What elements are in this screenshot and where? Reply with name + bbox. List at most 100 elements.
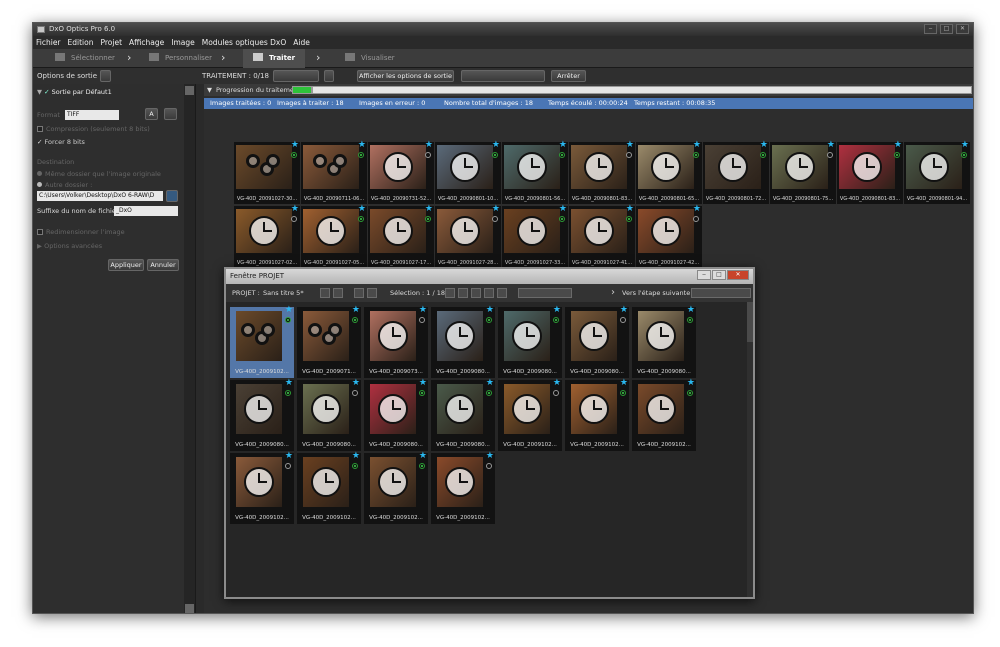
save-icon[interactable] <box>333 288 343 298</box>
thumbnail[interactable]: ★ VG-40D_20090801-56... <box>502 140 568 204</box>
compression-option[interactable]: Compression (seulement 8 bits) <box>37 125 150 133</box>
star-icon[interactable]: ★ <box>559 204 567 214</box>
thumbnail[interactable]: ★ VG-40D_2009080... <box>431 305 495 378</box>
thumbnail[interactable]: ★ VG-40D_2009080... <box>297 378 361 451</box>
star-icon[interactable]: ★ <box>419 378 427 388</box>
thumbnail[interactable]: ★ VG-40D_20091027-28... <box>435 204 501 268</box>
resize-option[interactable]: Redimensionner l'image <box>37 228 125 236</box>
suffix-input[interactable]: _DxO <box>114 206 178 216</box>
project-scrollbar[interactable] <box>747 302 753 597</box>
star-icon[interactable]: ★ <box>352 451 360 461</box>
apply-button[interactable]: Appliquer <box>108 259 144 271</box>
folder-icon[interactable] <box>320 288 330 298</box>
star-icon[interactable]: ★ <box>553 378 561 388</box>
star-icon[interactable]: ★ <box>620 305 628 315</box>
rename-button[interactable]: A <box>145 108 158 120</box>
format-select[interactable]: TIFF <box>65 110 119 120</box>
close-button[interactable]: ✕ <box>956 24 969 34</box>
thumbnail[interactable]: ★ VG-40D_2009071... <box>297 305 361 378</box>
star-icon[interactable]: ★ <box>961 140 969 150</box>
next-step-button[interactable]: Vers l'étape suivante <box>622 284 690 302</box>
filter-icon[interactable] <box>367 288 377 298</box>
star-icon[interactable]: ★ <box>486 305 494 315</box>
scroll-up-icon[interactable] <box>185 86 194 95</box>
star-icon[interactable]: ★ <box>760 140 768 150</box>
menu-projet[interactable]: Projet <box>100 36 122 49</box>
advanced-options[interactable]: ▶ Options avancées <box>37 242 102 250</box>
star-icon[interactable]: ★ <box>285 378 293 388</box>
output-options-icon[interactable] <box>100 70 111 82</box>
thumbnail[interactable]: ★ VG-40D_20090731-52... <box>368 140 434 204</box>
thumbnail[interactable]: ★ VG-40D_20090801-10... <box>435 140 501 204</box>
cancel-button[interactable]: Annuler <box>147 259 179 271</box>
thumbnail-size-slider[interactable] <box>518 288 572 298</box>
menu-fichier[interactable]: Fichier <box>36 36 61 49</box>
star-icon[interactable]: ★ <box>285 305 293 315</box>
scroll-down-icon[interactable] <box>185 604 194 613</box>
minimize-button[interactable]: ‒ <box>697 270 711 280</box>
menu-affichage[interactable]: Affichage <box>129 36 164 49</box>
thumbnail[interactable]: ★ VG-40D_20091027-05... <box>301 204 367 268</box>
menu-aide[interactable]: Aide <box>293 36 310 49</box>
star-icon[interactable]: ★ <box>553 305 561 315</box>
copy-icon[interactable] <box>484 288 494 298</box>
thumbnail[interactable]: ★ VG-40D_2009102... <box>498 378 562 451</box>
star-icon[interactable]: ★ <box>486 378 494 388</box>
lock-icon[interactable] <box>324 70 334 82</box>
thumbnail[interactable]: ★ VG-40D_2009073... <box>364 305 428 378</box>
star-icon[interactable]: ★ <box>425 140 433 150</box>
thumbnail[interactable]: ★ VG-40D_2009102... <box>565 378 629 451</box>
left-panel-scrollbar[interactable] <box>184 84 195 613</box>
step-visualiser[interactable]: Visualiser <box>345 49 395 68</box>
star-icon[interactable]: ★ <box>285 451 293 461</box>
maximize-button[interactable]: □ <box>712 270 726 280</box>
star-icon[interactable]: ★ <box>492 204 500 214</box>
browse-folder-icon[interactable] <box>166 190 178 202</box>
search-field[interactable] <box>461 70 545 82</box>
star-icon[interactable]: ★ <box>894 140 902 150</box>
step-selectionner[interactable]: Sélectionner <box>55 49 115 68</box>
thumbnail[interactable]: ★ VG-40D_20091027-33... <box>502 204 568 268</box>
stop-button[interactable]: Arrêter <box>551 70 586 82</box>
thumbnail[interactable]: ★ VG-40D_20090801-75... <box>770 140 836 204</box>
star-icon[interactable]: ★ <box>425 204 433 214</box>
maximize-button[interactable]: □ <box>940 24 953 34</box>
star-icon[interactable]: ★ <box>358 140 366 150</box>
thumbnail[interactable]: ★ VG-40D_20091027-41... <box>569 204 635 268</box>
force-8bit-option[interactable]: ✓ Forcer 8 bits <box>37 138 85 146</box>
delete-icon[interactable] <box>164 108 177 120</box>
thumbnail-size-slider[interactable] <box>273 70 319 82</box>
thumbnail[interactable]: ★ VG-40D_20090711-06... <box>301 140 367 204</box>
thumbnail[interactable]: ★ VG-40D_2009080... <box>498 305 562 378</box>
star-icon[interactable]: ★ <box>687 378 695 388</box>
step-personnaliser[interactable]: Personnaliser <box>149 49 212 68</box>
star-icon[interactable]: ★ <box>687 305 695 315</box>
delete-icon[interactable] <box>497 288 507 298</box>
star-icon[interactable]: ★ <box>620 378 628 388</box>
thumbnail[interactable]: ★ VG-40D_2009080... <box>230 378 294 451</box>
menu-image[interactable]: Image <box>171 36 195 49</box>
star-icon[interactable]: ★ <box>492 140 500 150</box>
star-icon[interactable]: ★ <box>693 204 701 214</box>
star-icon[interactable]: ★ <box>291 204 299 214</box>
thumbnail[interactable]: ★ VG-40D_2009102... <box>632 378 696 451</box>
output-header[interactable]: ▼ ✓ Sortie par Défaut1 <box>37 88 112 96</box>
thumbnail[interactable]: ★ VG-40D_2009102... <box>230 305 294 378</box>
star-icon[interactable]: ★ <box>352 378 360 388</box>
thumbnail[interactable]: ★ VG-40D_2009080... <box>632 305 696 378</box>
thumbnail[interactable]: ★ VG-40D_2009102... <box>431 451 495 524</box>
rotate-right-icon[interactable] <box>471 288 481 298</box>
star-icon[interactable]: ★ <box>486 451 494 461</box>
same-folder-option[interactable]: Même dossier que l'image originale <box>37 170 161 178</box>
thumbnail[interactable]: ★ VG-40D_20091027-30... <box>234 140 300 204</box>
star-icon[interactable]: ★ <box>419 451 427 461</box>
thumbnail[interactable]: ★ VG-40D_20091027-02... <box>234 204 300 268</box>
close-button[interactable]: ✕ <box>727 270 749 280</box>
star-icon[interactable]: ★ <box>626 204 634 214</box>
select-all-icon[interactable] <box>445 288 455 298</box>
star-icon[interactable]: ★ <box>693 140 701 150</box>
thumbnail[interactable]: ★ VG-40D_20090801-83... <box>837 140 903 204</box>
thumbnail[interactable]: ★ VG-40D_2009080... <box>565 305 629 378</box>
other-folder-option[interactable]: Autre dossier : <box>37 181 92 189</box>
star-icon[interactable]: ★ <box>559 140 567 150</box>
